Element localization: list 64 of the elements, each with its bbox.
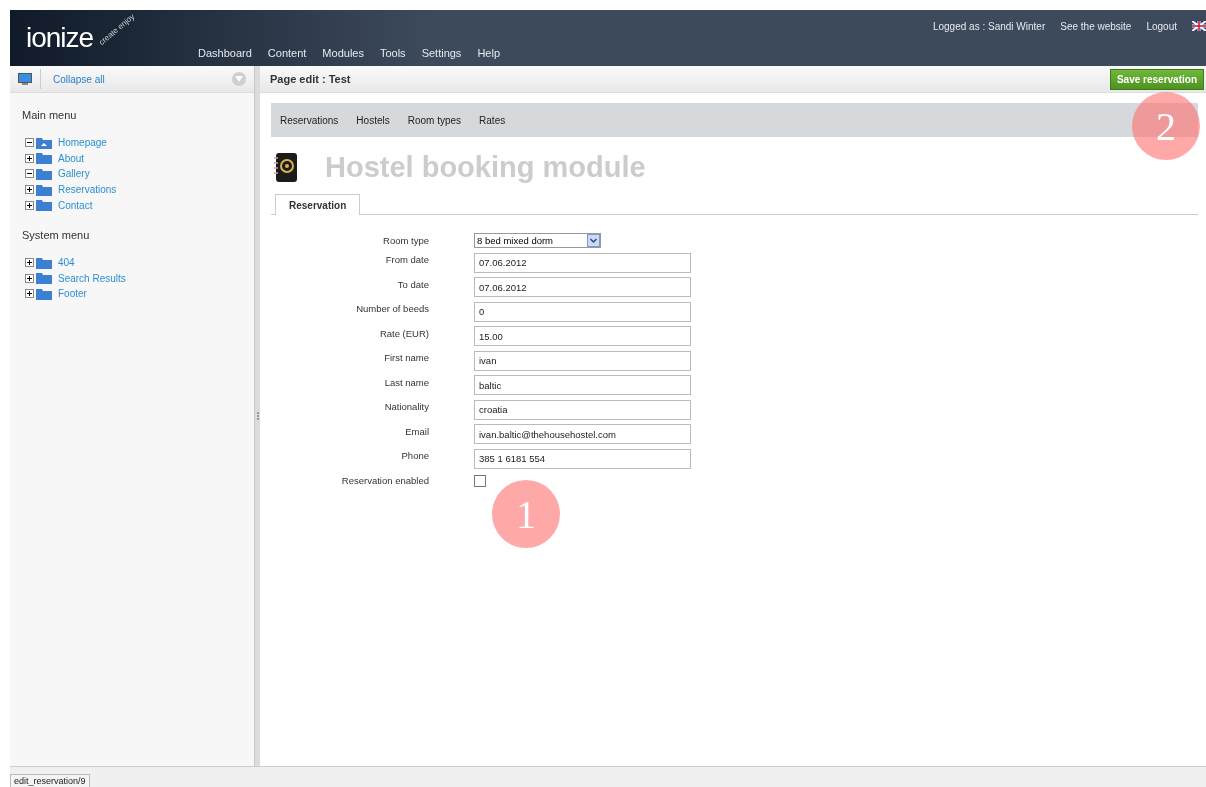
collapse-icon[interactable] <box>25 138 34 148</box>
input-field[interactable]: croatia <box>474 399 691 420</box>
folder-icon <box>36 256 52 269</box>
input-field[interactable]: 15.00 <box>474 326 691 346</box>
field-label: Nationality <box>383 400 429 412</box>
field-label: Email <box>404 424 429 437</box>
status-text: edit_reservation/9 <box>10 774 90 787</box>
tab[interactable]: Reservation <box>275 194 361 215</box>
nav-item[interactable]: Help <box>469 47 508 59</box>
field-label: Rate (EUR) <box>378 326 429 339</box>
module-link[interactable]: Reservations <box>280 114 339 126</box>
nav-item[interactable]: Dashboard <box>190 47 260 59</box>
nav-item[interactable]: Tools <box>371 47 414 59</box>
checkbox[interactable] <box>474 474 486 487</box>
module-link[interactable]: Hostels <box>356 114 390 126</box>
expand-icon[interactable] <box>25 153 34 163</box>
expand-icon[interactable] <box>25 200 34 210</box>
module-link[interactable]: Room types <box>407 114 462 126</box>
address-book-icon <box>273 151 299 184</box>
callout-tooltip: 1 <box>492 480 560 548</box>
nav-item[interactable]: Modules <box>314 47 372 59</box>
field-label: Reservation enabled <box>340 473 429 486</box>
nav-item[interactable]: Content <box>259 47 315 59</box>
nav-item[interactable]: Settings <box>413 47 470 59</box>
input-field[interactable]: 07.06.2012 <box>474 252 691 273</box>
collapse-icon[interactable] <box>25 169 34 179</box>
input-field[interactable]: ivan.baltic@thehousehostel.com <box>474 424 691 444</box>
expand-icon[interactable] <box>25 289 34 299</box>
folder-icon <box>36 152 52 165</box>
input-field[interactable]: baltic <box>474 375 691 395</box>
logo: ionize <box>26 22 94 54</box>
field-label: Phone <box>400 449 429 461</box>
input-field[interactable]: 385 1 6181 554 <box>474 448 691 469</box>
input-field[interactable]: 0 <box>474 301 691 322</box>
page-title: Page edit : Test <box>270 73 351 85</box>
header-link[interactable]: Logout <box>1146 21 1177 32</box>
collapse-all-link[interactable]: Collapse all <box>53 73 105 85</box>
folder-icon <box>36 272 52 285</box>
field-label: From date <box>384 253 429 265</box>
expand-icon[interactable] <box>25 273 34 283</box>
room-type-select[interactable]: 8 bed mixed dorm <box>474 233 601 248</box>
header-link[interactable]: See the website <box>1060 21 1132 32</box>
folder-icon <box>36 287 52 300</box>
expand-icon[interactable] <box>25 258 34 268</box>
flag-icon[interactable] <box>1192 21 1206 31</box>
field-label: Room type <box>382 234 429 246</box>
menu-title: System menu <box>22 228 91 241</box>
grip-icon[interactable] <box>256 412 259 420</box>
monitor-icon[interactable] <box>18 72 32 86</box>
logged-user: Logged as : Sandi Winter <box>932 21 1046 32</box>
module-link[interactable]: Rates <box>479 114 506 126</box>
input-field[interactable]: 07.06.2012 <box>474 277 691 297</box>
home-folder-icon <box>36 136 52 149</box>
field-label: Last name <box>383 375 429 388</box>
folder-icon <box>36 183 52 196</box>
input-field[interactable]: ivan <box>474 350 691 371</box>
folder-icon <box>36 199 52 212</box>
field-label: To date <box>396 277 429 290</box>
field-label: Number of beeds <box>355 302 429 314</box>
folder-icon <box>36 168 52 180</box>
callout-tooltip: 2 <box>1132 92 1200 160</box>
field-label: First name <box>383 351 429 363</box>
menu-title: Main menu <box>22 109 78 121</box>
expand-icon[interactable] <box>25 185 34 195</box>
